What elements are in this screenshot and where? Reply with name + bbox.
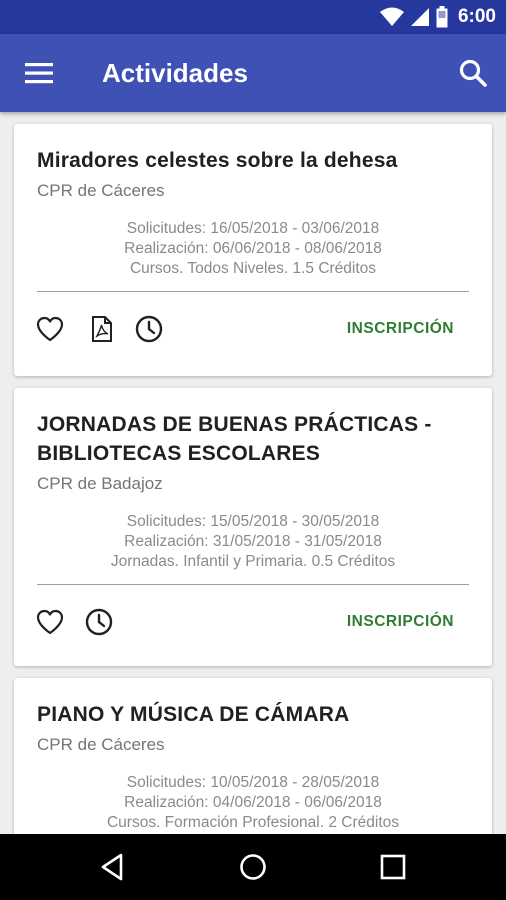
activity-center: CPR de Badajoz: [37, 474, 163, 493]
wifi-icon: [379, 7, 404, 26]
battery-icon: [436, 6, 448, 28]
activity-title: JORNADAS DE BUENAS PRÁCTICAS - BIBLIOTEC…: [37, 413, 432, 465]
recents-icon[interactable]: [377, 851, 409, 883]
inscription-button[interactable]: INSCRIPCIÓN: [347, 320, 454, 338]
card-actions: INSCRIPCIÓN: [14, 292, 492, 370]
activity-center: CPR de Cáceres: [37, 181, 165, 200]
pdf-icon[interactable]: [87, 314, 117, 344]
page-title: Actividades: [102, 58, 248, 88]
clock-icon[interactable]: [84, 607, 114, 637]
status-icons: 6:00: [379, 6, 496, 28]
solicitudes-dates: Solicitudes: 15/05/2018 - 30/05/2018: [126, 513, 380, 530]
menu-icon[interactable]: [24, 60, 54, 86]
activity-card[interactable]: PIANO Y MÚSICA DE CÁMARA CPR de Cáceres …: [14, 678, 492, 834]
status-time: 6:00: [457, 6, 496, 27]
activity-list[interactable]: Miradores celestes sobre la dehesa CPR d…: [0, 112, 506, 834]
activity-details: Cursos. Formación Profesional. 2 Crédito…: [106, 814, 400, 831]
activity-card[interactable]: Miradores celestes sobre la dehesa CPR d…: [14, 124, 492, 376]
app-bar: Actividades: [0, 34, 506, 112]
card-actions: INSCRIPCIÓN: [14, 585, 492, 663]
activity-info: Solicitudes: 15/05/2018 - 30/05/2018 Rea…: [14, 512, 492, 572]
search-icon[interactable]: [458, 58, 488, 88]
activity-center: CPR de Cáceres: [37, 735, 165, 754]
home-icon[interactable]: [237, 851, 269, 883]
activity-info: Solicitudes: 10/05/2018 - 28/05/2018 Rea…: [14, 773, 492, 833]
navigation-bar: [0, 834, 506, 900]
realizacion-dates: Realización: 04/06/2018 - 06/06/2018: [124, 794, 382, 811]
inscription-button[interactable]: INSCRIPCIÓN: [347, 613, 454, 631]
realizacion-dates: Realización: 06/06/2018 - 08/06/2018: [124, 240, 382, 257]
activity-info: Solicitudes: 16/05/2018 - 03/06/2018 Rea…: [14, 219, 492, 279]
status-bar: 6:00: [0, 0, 506, 34]
favorite-icon[interactable]: [35, 314, 65, 344]
realizacion-dates: Realización: 31/05/2018 - 31/05/2018: [124, 533, 382, 550]
clock-icon[interactable]: [134, 314, 164, 344]
activity-title: PIANO Y MÚSICA DE CÁMARA: [37, 703, 350, 726]
back-icon[interactable]: [97, 851, 129, 883]
favorite-icon[interactable]: [35, 607, 65, 637]
solicitudes-dates: Solicitudes: 10/05/2018 - 28/05/2018: [126, 774, 380, 791]
solicitudes-dates: Solicitudes: 16/05/2018 - 03/06/2018: [126, 220, 380, 237]
activity-card[interactable]: JORNADAS DE BUENAS PRÁCTICAS - BIBLIOTEC…: [14, 388, 492, 666]
activity-title: Miradores celestes sobre la dehesa: [37, 149, 398, 172]
activity-details: Jornadas. Infantil y Primaria. 0.5 Crédi…: [110, 553, 396, 570]
activity-details: Cursos. Todos Niveles. 1.5 Créditos: [129, 260, 377, 277]
cell-signal-icon: [410, 8, 429, 26]
